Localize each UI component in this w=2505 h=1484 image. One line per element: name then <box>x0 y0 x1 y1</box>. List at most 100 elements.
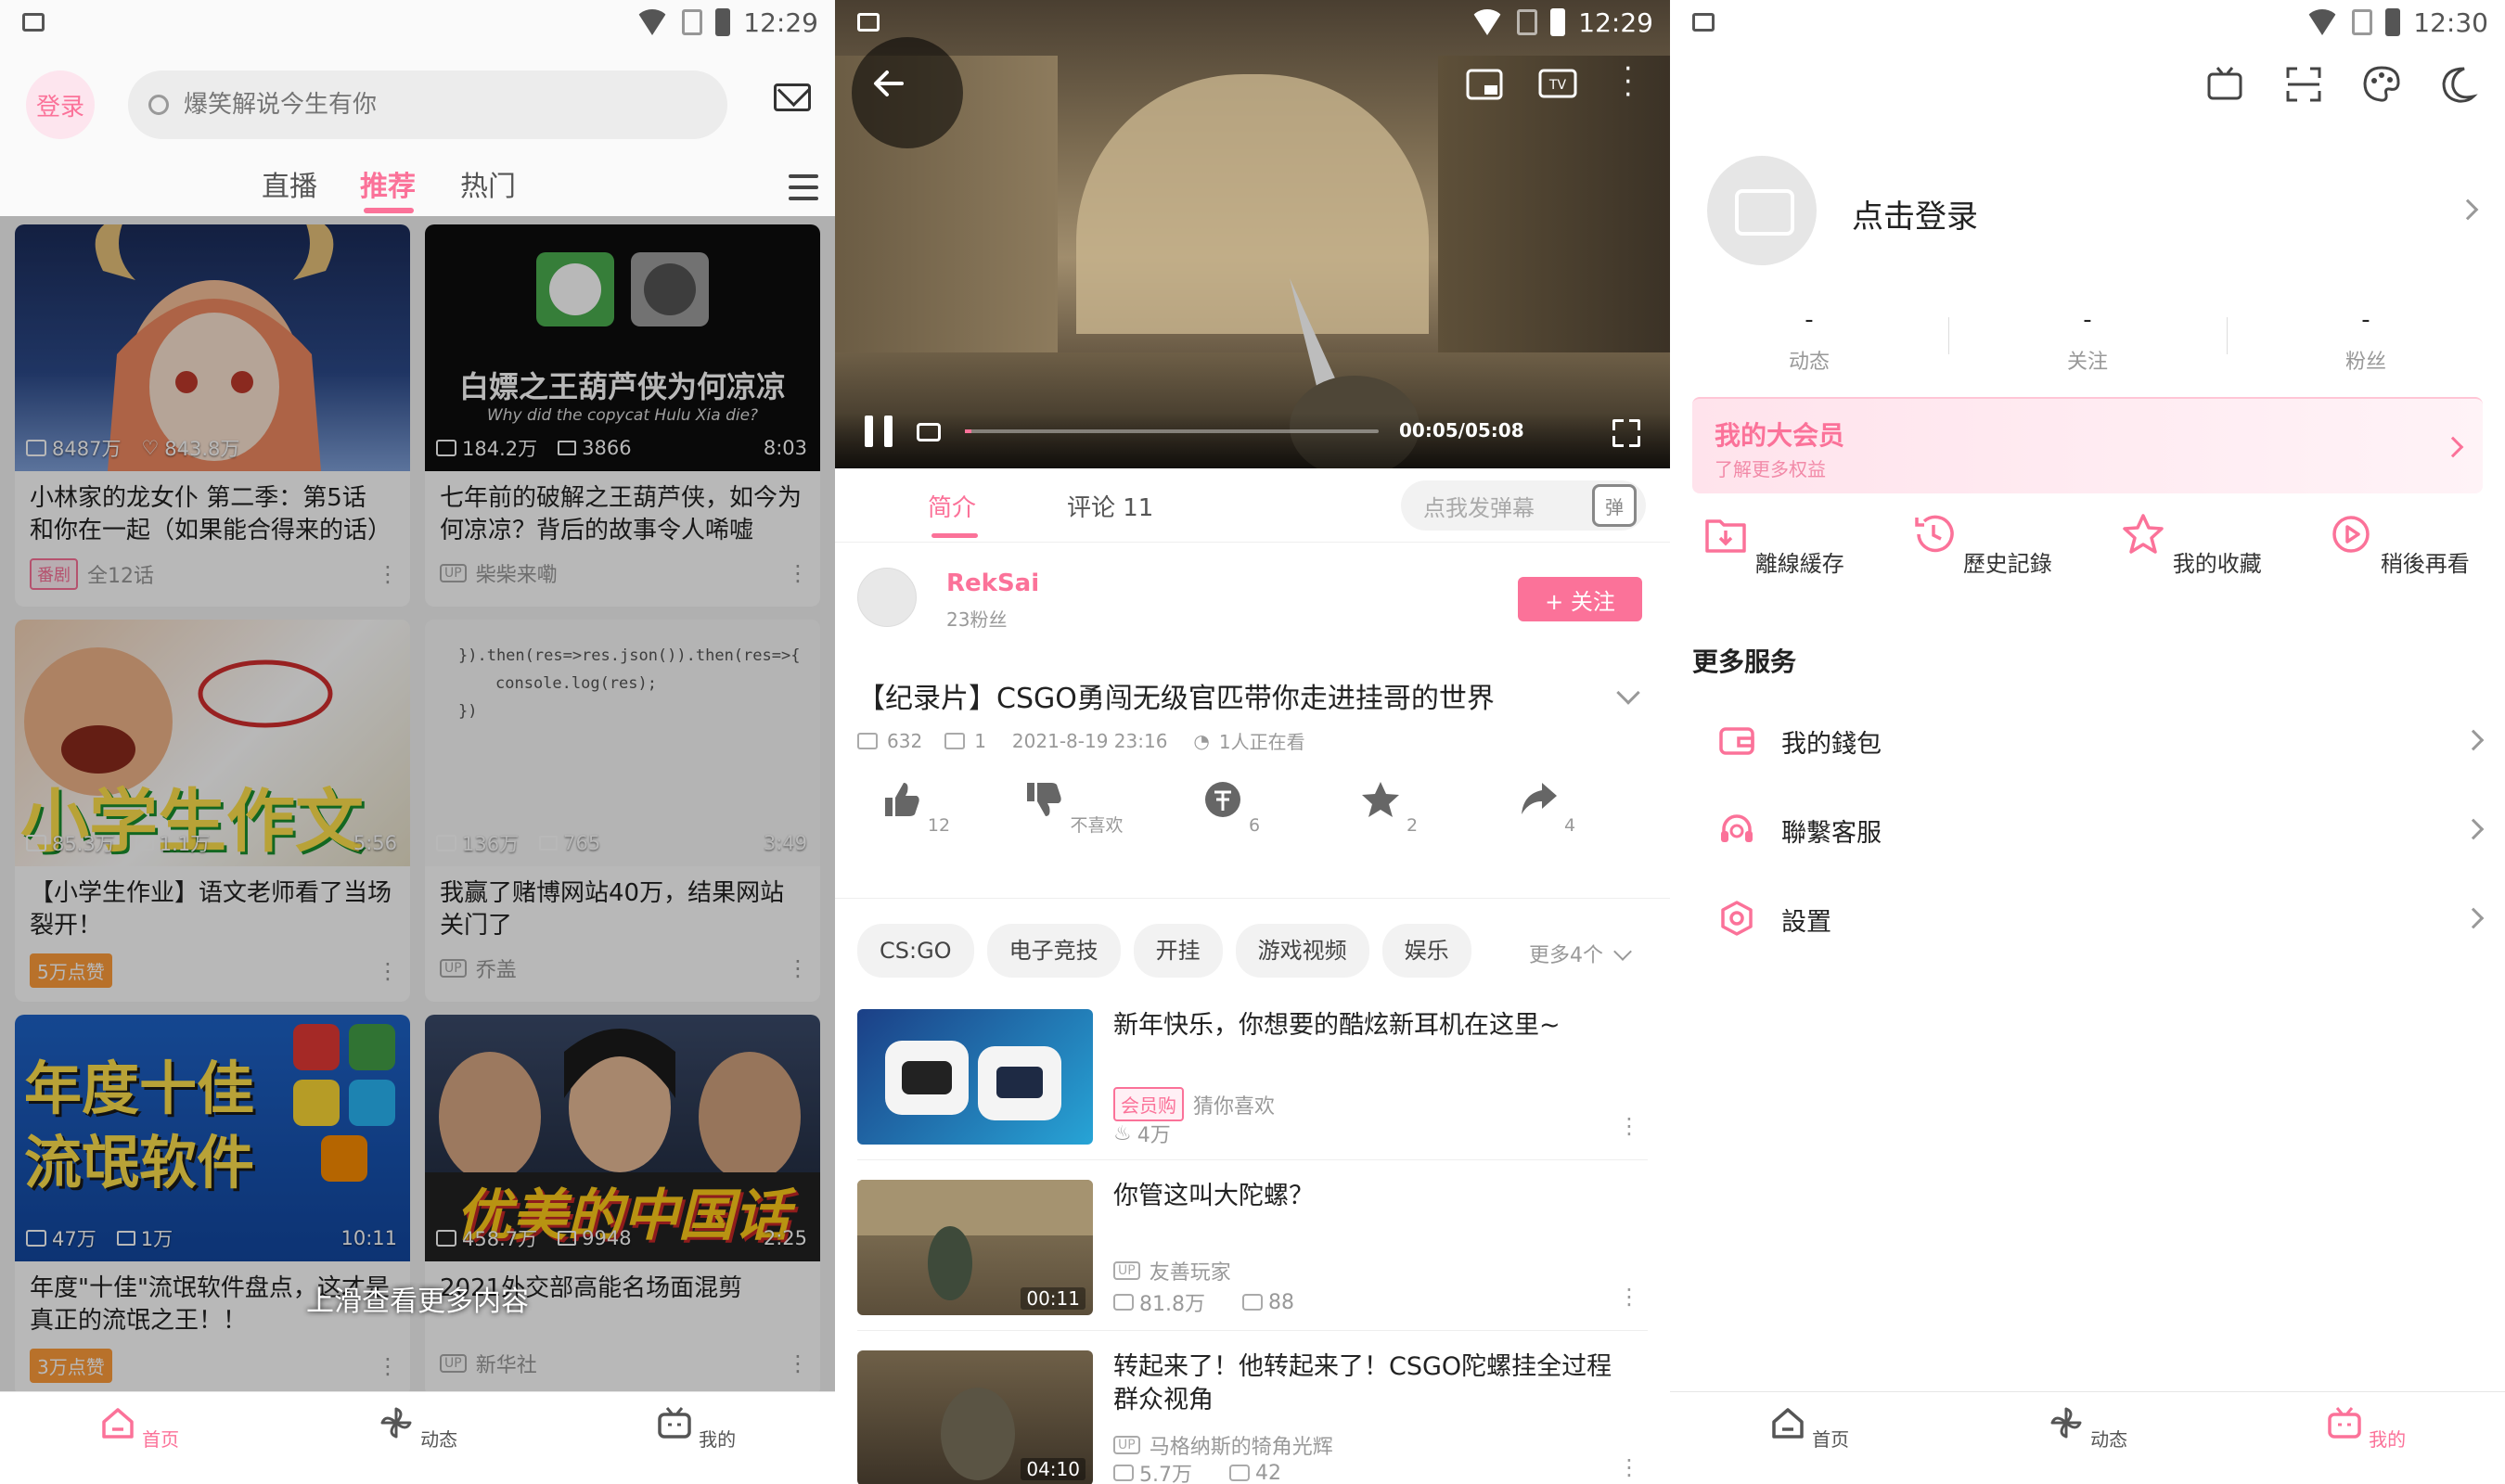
service-settings[interactable]: 設置 <box>1670 872 2505 961</box>
nav-dynamic[interactable]: 动态 <box>2032 1405 2143 1452</box>
related-video[interactable]: 00:11 你管这叫大陀螺？ UP 友善玩家 81.8万 88 ⋮ <box>857 1180 1648 1337</box>
nav-label: 首页 <box>142 1428 180 1451</box>
watch-later-button[interactable]: 稍後再看 <box>2325 512 2473 578</box>
stat-value: - <box>2083 306 2092 334</box>
expand-chevron-icon[interactable] <box>1616 681 1640 705</box>
chevron-right-icon <box>2462 729 2485 751</box>
nav-label: 首页 <box>1812 1428 1850 1451</box>
top-actions <box>2206 65 2479 104</box>
related-video[interactable]: 新年快乐，你想要的酷炫新耳机在这里~ 会员购 猜你喜欢 ♨ 4万 ⋮ <box>857 1009 1648 1167</box>
more-tags-button[interactable]: 更多4个 <box>1529 939 1629 968</box>
more-options-icon[interactable]: ⋮ <box>1618 1454 1640 1480</box>
scroll-hint: 上滑查看更多内容 <box>306 1286 529 1318</box>
progress-bar[interactable] <box>965 429 1379 433</box>
search-input[interactable] <box>184 91 666 119</box>
search-bar[interactable] <box>128 70 727 139</box>
scan-icon[interactable] <box>2284 65 2323 104</box>
share-icon <box>1521 783 1557 814</box>
share-button[interactable]: 4 <box>1496 779 1598 836</box>
play-count-icon <box>857 732 878 749</box>
nav-home[interactable]: 首页 <box>84 1405 195 1452</box>
clock: 12:29 <box>1578 6 1653 38</box>
stat-dynamic[interactable]: - 动态 <box>1716 306 1902 375</box>
stat-following[interactable]: - 关注 <box>1995 306 2180 375</box>
login-prompt[interactable]: 点击登录 <box>1852 191 1978 237</box>
tag-chip[interactable]: 电子竞技 <box>986 924 1121 978</box>
wallet-icon <box>1719 727 1754 755</box>
service-wallet[interactable]: 我的錢包 <box>1670 694 2505 783</box>
vip-banner[interactable]: 我的大会员 了解更多权益 <box>1692 397 2483 493</box>
uploader-name[interactable]: 马格纳斯的犄角光辉 <box>1150 1430 1333 1460</box>
avatar[interactable] <box>1707 156 1817 265</box>
stat-label: 关注 <box>2066 351 2108 374</box>
tag-chip[interactable]: 娱乐 <box>1381 924 1471 978</box>
clock: 12:29 <box>743 6 818 38</box>
service-support[interactable]: 聯繫客服 <box>1670 783 2505 872</box>
nav-mine[interactable]: 我的 <box>2310 1405 2422 1452</box>
palette-icon[interactable] <box>2362 65 2401 104</box>
stat-value: - <box>2361 306 2370 334</box>
tab-recommend[interactable]: 推荐 <box>360 163 416 204</box>
action-label: 4 <box>1563 815 1576 836</box>
history-button[interactable]: 歷史記錄 <box>1908 512 2056 578</box>
divider <box>1948 317 1949 354</box>
tab-hot[interactable]: 热门 <box>460 163 516 204</box>
stat-fans[interactable]: - 粉丝 <box>2273 306 2459 375</box>
offline-cache-button[interactable]: 離線緩存 <box>1700 512 1848 578</box>
view-count: 81.8万 <box>1139 1293 1205 1316</box>
related-video[interactable]: 04:10 转起来了！他转起来了！CSGO陀螺挂全过程群众视角 UP 马格纳斯的… <box>857 1350 1648 1484</box>
play-count-icon <box>1113 1294 1134 1311</box>
more-vertical-icon[interactable]: · · · <box>1624 56 1633 109</box>
nav-mine[interactable]: 我的 <box>640 1405 752 1452</box>
action-label: 6 <box>1248 815 1261 836</box>
danmaku-send-icon[interactable]: 弹 <box>1592 484 1637 527</box>
tag-chip[interactable]: CS:GO <box>857 924 974 978</box>
no-sim-icon <box>682 9 703 35</box>
follow-button[interactable]: + 关注 <box>1518 577 1642 621</box>
pause-icon[interactable] <box>865 416 893 447</box>
tag-chip[interactable]: 游戏视频 <box>1235 924 1369 978</box>
no-sim-icon <box>2352 9 2373 35</box>
nav-home[interactable]: 首页 <box>1754 1405 1865 1452</box>
favorite-button[interactable]: 2 <box>1338 779 1440 836</box>
mail-icon[interactable] <box>774 83 811 111</box>
nav-label: 动态 <box>420 1428 458 1451</box>
quick-label: 我的收藏 <box>2172 551 2262 577</box>
tab-comments[interactable]: 评论 11 <box>1067 489 1153 523</box>
stat-label: 粉丝 <box>2344 351 2386 374</box>
action-label: 2 <box>1406 815 1419 836</box>
uploader-name[interactable]: RekSai <box>946 569 1039 597</box>
cast-tv-icon[interactable]: TV <box>1536 63 1579 106</box>
bottom-nav: 首页 动态 我的 <box>0 1391 835 1484</box>
login-button[interactable]: 登录 <box>26 70 95 139</box>
back-arrow-icon[interactable] <box>870 65 907 102</box>
dislike-button[interactable]: 不喜欢 <box>1022 779 1124 837</box>
coin-button[interactable]: 6 <box>1180 779 1282 836</box>
tab-intro[interactable]: 简介 <box>928 489 976 523</box>
recommend-reason: 猜你喜欢 <box>1193 1094 1276 1119</box>
video-player[interactable]: 12:29 TV · · · 00:05/05:08 <box>835 0 1670 468</box>
video-thumbnail <box>857 1009 1093 1145</box>
cast-icon[interactable] <box>2206 65 2245 104</box>
related-title: 新年快乐，你想要的酷炫新耳机在这里~ <box>1113 1011 1561 1040</box>
channel-menu-icon[interactable] <box>789 174 818 208</box>
divider <box>857 1330 1648 1331</box>
like-button[interactable]: 12 <box>865 779 967 836</box>
tab-live[interactable]: 直播 <box>262 163 317 204</box>
night-mode-icon[interactable] <box>2440 65 2479 104</box>
uploader-name[interactable]: 友善玩家 <box>1150 1256 1231 1286</box>
pinwheel-icon <box>2050 1407 2082 1439</box>
tag-chip[interactable]: 开挂 <box>1133 924 1223 978</box>
avatar[interactable] <box>857 568 917 627</box>
danmaku-toggle-icon[interactable] <box>917 423 941 441</box>
favorites-button[interactable]: 我的收藏 <box>2117 512 2266 578</box>
picture-in-picture-icon[interactable] <box>1464 63 1507 106</box>
related-stats: 81.8万 88 <box>1113 1287 1294 1317</box>
action-label: 12 <box>927 815 951 836</box>
home-icon <box>1772 1408 1804 1439</box>
related-stats: 5.7万 42 <box>1113 1458 1281 1484</box>
more-options-icon[interactable]: ⋮ <box>1618 1284 1640 1310</box>
nav-dynamic[interactable]: 动态 <box>362 1405 473 1452</box>
more-options-icon[interactable]: ⋮ <box>1618 1113 1640 1139</box>
status-bar: 12:30 <box>1670 0 2505 45</box>
